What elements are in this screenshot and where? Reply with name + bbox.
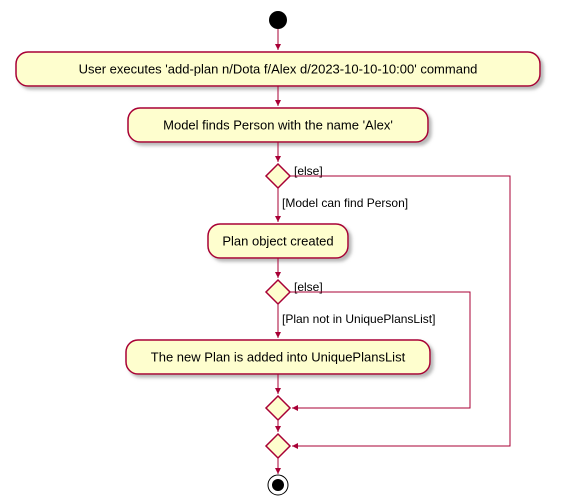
guard-true: [Plan not in UniquePlansList] [282,312,435,326]
decision-find-person [266,164,290,188]
activity-label: Model finds Person with the name 'Alex' [163,117,393,132]
activity-diagram: User executes 'add-plan n/Dota f/Alex d/… [0,0,568,504]
merge-node [266,396,290,420]
activity-label: Plan object created [222,233,333,248]
activity-label: The new Plan is added into UniquePlansLi… [151,349,406,364]
merge-node [266,434,290,458]
edge-else [290,176,510,446]
decision-plan-unique [266,280,290,304]
guard-true: [Model can find Person] [282,196,408,210]
activity-label: User executes 'add-plan n/Dota f/Alex d/… [79,61,478,76]
start-node [269,11,287,29]
end-node-inner [272,479,284,491]
